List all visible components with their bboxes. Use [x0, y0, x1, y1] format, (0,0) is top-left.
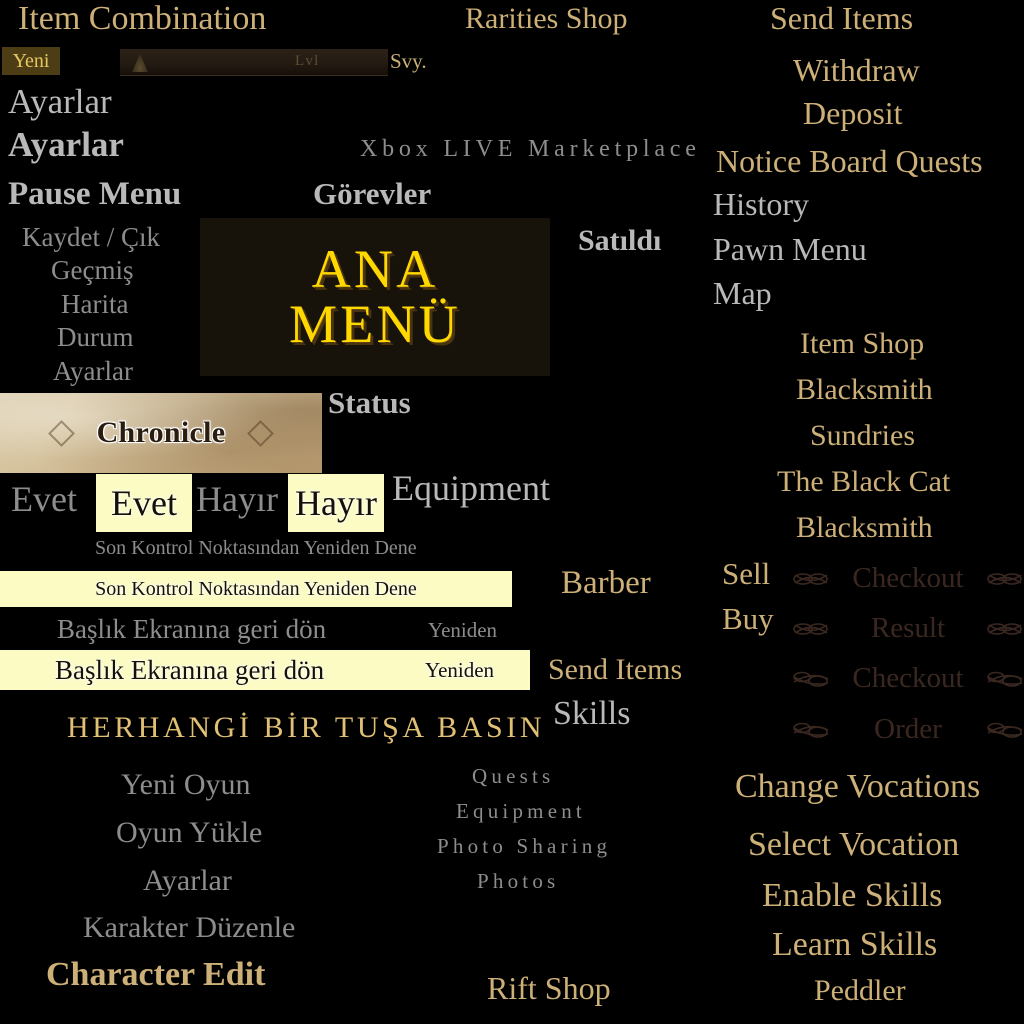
new-tag: Yeni [2, 47, 60, 75]
return-title-selected-label: Başlık Ekranına geri dön [55, 654, 325, 685]
diamond-ornament-right-icon [247, 419, 275, 447]
learn-skills-label[interactable]: Learn Skills [772, 928, 937, 962]
main-menu-item-character-edit[interactable]: Karakter Düzenle [83, 913, 295, 943]
history-label[interactable]: History [713, 188, 809, 220]
chronicle-banner: Chronicle [0, 393, 322, 473]
enable-skills-label[interactable]: Enable Skills [762, 879, 942, 913]
deposit-label[interactable]: Deposit [803, 97, 903, 129]
knot-ornament-right-icon [986, 721, 1024, 739]
transaction-label-checkout-2: Checkout [852, 662, 964, 694]
retry-checkpoint-selected-label: Son Kontrol Noktasından Yeniden Dene [95, 577, 417, 600]
item-combination-label[interactable]: Item Combination [18, 2, 266, 36]
pause-menu-item-settings[interactable]: Ayarlar [53, 358, 133, 385]
notice-board-quests-label[interactable]: Notice Board Quests [716, 145, 983, 177]
main-menu-title-line1: ANA [311, 238, 439, 299]
sundries-label[interactable]: Sundries [810, 421, 915, 451]
hud-suffix-label: Svy. [390, 49, 427, 73]
return-title-selected[interactable]: Başlık Ekranına geri dön Yeniden [0, 650, 530, 690]
sell-label[interactable]: Sell [722, 558, 770, 589]
xbox-live-marketplace-label[interactable]: Xbox LIVE Marketplace [360, 137, 701, 161]
pause-menu-item-status[interactable]: Durum [57, 324, 134, 351]
share-menu-item-equipment[interactable]: Equipment [456, 801, 586, 822]
transaction-label-result: Result [870, 612, 946, 644]
share-menu-item-photo-sharing[interactable]: Photo Sharing [437, 836, 611, 857]
map-label[interactable]: Map [713, 277, 772, 309]
confirm-no-label[interactable]: Hayır [196, 481, 278, 517]
change-vocations-label[interactable]: Change Vocations [735, 770, 980, 804]
main-menu-item-settings[interactable]: Ayarlar [143, 866, 232, 896]
satildi-label: Satıldı [578, 224, 662, 257]
item-shop-label[interactable]: Item Shop [800, 329, 924, 359]
hud-level-text: Lvl [295, 53, 320, 69]
diamond-ornament-left-icon [47, 419, 75, 447]
black-cat-label[interactable]: The Black Cat [777, 467, 950, 497]
pause-menu-title: Pause Menu [8, 176, 182, 212]
again-selected-label: Yeniden [425, 657, 495, 682]
rarities-shop-label[interactable]: Rarities Shop [465, 4, 628, 34]
confirm-no-selected[interactable]: Hayır [288, 474, 384, 532]
knot-ornament-right-icon [986, 670, 1024, 688]
new-tag-label: Yeni [12, 49, 50, 72]
knot-ornament-right-icon [986, 620, 1024, 638]
blacksmith-label-2[interactable]: Blacksmith [796, 513, 933, 543]
blacksmith-label-1[interactable]: Blacksmith [796, 375, 933, 405]
chronicle-label: Chronicle [96, 416, 226, 449]
pause-menu-item-save-quit[interactable]: Kaydet / Çık [22, 224, 160, 251]
confirm-yes-selected-label: Evet [111, 483, 177, 523]
pause-menu-item-map[interactable]: Harita [61, 291, 128, 318]
main-menu-item-new-game[interactable]: Yeni Oyun [121, 770, 250, 800]
again-label[interactable]: Yeniden [428, 620, 497, 641]
knot-ornament-left-icon [792, 620, 830, 638]
knot-ornament-right-icon [986, 570, 1024, 588]
withdraw-label[interactable]: Withdraw [793, 54, 920, 86]
character-hud-bar: Lvl [120, 49, 388, 76]
knot-ornament-left-icon [792, 570, 830, 588]
press-any-key-label: HERHANGİ BİR TUŞA BASIN [67, 711, 546, 744]
transaction-row-order[interactable]: Order [792, 713, 1024, 746]
confirm-yes-label[interactable]: Evet [11, 481, 77, 517]
send-items-label-2[interactable]: Send Items [548, 655, 682, 685]
retry-checkpoint-selected[interactable]: Son Kontrol Noktasından Yeniden Dene [0, 571, 512, 607]
select-vocation-label[interactable]: Select Vocation [748, 828, 959, 862]
status-label[interactable]: Status [328, 387, 411, 418]
buy-label[interactable]: Buy [722, 603, 774, 634]
knot-ornament-left-icon [792, 670, 830, 688]
gorevler-label[interactable]: Görevler [313, 178, 431, 209]
peddler-label[interactable]: Peddler [814, 976, 906, 1006]
share-menu-item-photos[interactable]: Photos [477, 871, 559, 892]
transaction-row-checkout-1[interactable]: Checkout [792, 562, 1024, 595]
pawn-menu-label[interactable]: Pawn Menu [713, 233, 867, 265]
share-menu-item-quests[interactable]: Quests [472, 766, 554, 787]
rift-shop-label[interactable]: Rift Shop [487, 972, 611, 1004]
character-edit-label[interactable]: Character Edit [46, 958, 265, 992]
send-items-label[interactable]: Send Items [770, 2, 913, 34]
confirm-no-selected-label: Hayır [295, 483, 377, 523]
portrait-icon [132, 54, 148, 72]
confirm-yes-selected[interactable]: Evet [96, 474, 192, 532]
skills-label[interactable]: Skills [553, 697, 630, 731]
return-title-label[interactable]: Başlık Ekranına geri dön [57, 616, 326, 643]
transaction-row-result[interactable]: Result [792, 612, 1024, 645]
transaction-label-checkout-1: Checkout [852, 562, 964, 594]
knot-ornament-left-icon [792, 721, 830, 739]
ayarlar-label-2[interactable]: Ayarlar [8, 127, 124, 162]
main-menu-item-load-game[interactable]: Oyun Yükle [116, 818, 262, 848]
main-menu-title-plate: ANA MENÜ [200, 218, 550, 376]
retry-checkpoint-label[interactable]: Son Kontrol Noktasından Yeniden Dene [95, 538, 417, 558]
transaction-label-order: Order [874, 713, 942, 745]
main-menu-title-line2: MENÜ [289, 294, 461, 354]
equipment-label[interactable]: Equipment [392, 470, 550, 506]
transaction-row-checkout-2[interactable]: Checkout [792, 662, 1024, 695]
ayarlar-label-1[interactable]: Ayarlar [8, 84, 112, 119]
barber-label[interactable]: Barber [561, 567, 651, 600]
pause-menu-item-history[interactable]: Geçmiş [51, 257, 133, 284]
